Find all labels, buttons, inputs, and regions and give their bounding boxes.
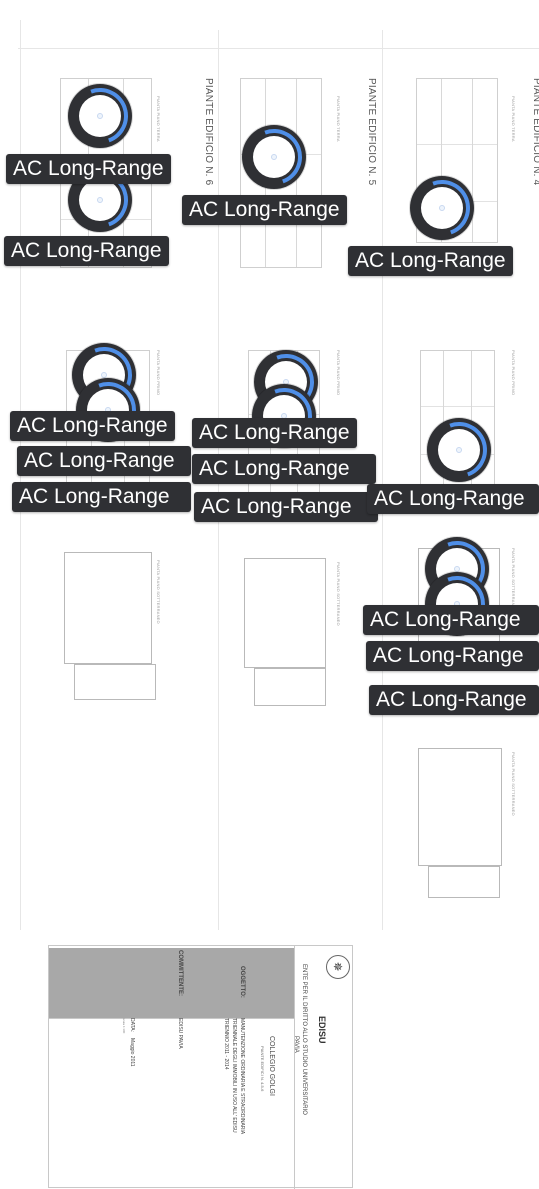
- title-block-divider: [294, 946, 295, 1189]
- org-full-name: ENTE PER IL DIRITTO ALLO STUDIO UNIVERSI…: [301, 964, 307, 1115]
- committente-value: EDISU PAVIA: [177, 1018, 183, 1049]
- title-block-divider-top: [49, 1018, 294, 1019]
- data-value: Maggio 2011: [129, 1038, 135, 1067]
- scale-text: scala 1:100: [122, 1018, 126, 1034]
- access-point-label[interactable]: AC Long-Range: [366, 641, 539, 671]
- data-label: DATA:: [129, 1018, 135, 1032]
- floor-label-b5-basement: PIANTA PIANO SOTTERRANEO: [336, 562, 341, 626]
- access-point-label[interactable]: AC Long-Range: [369, 685, 539, 715]
- floor-label-b6-basement: PIANTA PIANO SOTTERRANEO: [156, 560, 161, 624]
- floor-plan-b5-basement-annex: [254, 668, 326, 706]
- oggetto-line-2: TRIENNALE DEGLI IMMOBILI IN USO ALL' EDI…: [231, 1018, 237, 1133]
- access-point-label[interactable]: AC Long-Range: [194, 492, 378, 522]
- floor-label-b4-first: PIANTA PIANO PRIMO: [511, 350, 516, 396]
- org-short-name: EDISU: [317, 1016, 327, 1044]
- building-title-6: PIANTE EDIFICIO N. 6: [203, 78, 214, 186]
- floor-label-b4-basement-2: PIANTA PIANO SOTTERRANEO: [511, 752, 516, 816]
- sheet-frame-top: [18, 48, 539, 49]
- floor-plan-b4-basement-2: [418, 748, 502, 866]
- floor-label-b6-ground: PIANTA PIANO TERRA: [156, 96, 161, 142]
- floor-label-b4-basement: PIANTA PIANO SOTTERRANEO: [511, 548, 516, 612]
- sheet-column-divider-2: [382, 30, 383, 930]
- oggetto-label: OGGETTO:: [239, 966, 245, 998]
- access-point-label[interactable]: AC Long-Range: [192, 418, 357, 448]
- access-point-icon[interactable]: [404, 170, 480, 246]
- oggetto-line-1: MANUTENZIONE ORDINARIA E STRAORDINARIA: [239, 1018, 245, 1135]
- access-point-icon[interactable]: [62, 78, 138, 154]
- seal-logo-icon: ✵: [326, 955, 350, 979]
- org-city: PAVIA: [293, 1036, 299, 1053]
- access-point-label[interactable]: AC Long-Range: [363, 605, 539, 635]
- access-point-icon[interactable]: [236, 119, 312, 195]
- access-point-label[interactable]: AC Long-Range: [12, 482, 191, 512]
- access-point-label[interactable]: AC Long-Range: [348, 246, 513, 276]
- access-point-label[interactable]: AC Long-Range: [182, 195, 347, 225]
- floor-label-b5-first: PIANTA PIANO PRIMO: [336, 350, 341, 396]
- floor-plan-b4-basement-2-annex: [428, 866, 500, 898]
- floor-label-b6-first: PIANTA PIANO PRIMO: [156, 350, 161, 396]
- access-point-label[interactable]: AC Long-Range: [4, 236, 169, 266]
- oggetto-line-3: TRIENNIO 2011 - 2014: [223, 1018, 229, 1070]
- access-point-icon[interactable]: [421, 412, 497, 488]
- floor-label-b4-ground: PIANTA PIANO TERRA: [511, 96, 516, 142]
- access-point-label[interactable]: AC Long-Range: [367, 484, 539, 514]
- floor-label-b5-ground: PIANTA PIANO TERRA: [336, 96, 341, 142]
- committente-label: COMMITTENTE:: [177, 950, 183, 996]
- building-title-4: PIANTE EDIFICIO N. 4: [531, 78, 539, 186]
- access-point-label[interactable]: AC Long-Range: [6, 154, 171, 184]
- floor-plan-b6-basement: [64, 552, 152, 664]
- project-name: COLLEGIO GOLGI: [268, 1036, 275, 1096]
- floor-plan-b6-basement-annex: [74, 664, 156, 700]
- title-block-shaded-band: [49, 948, 294, 1018]
- access-point-label[interactable]: AC Long-Range: [192, 454, 376, 484]
- building-title-5: PIANTE EDIFICIO N. 5: [366, 78, 377, 186]
- floor-plan-b5-basement: [244, 558, 326, 668]
- title-block: EDISU ENTE PER IL DIRITTO ALLO STUDIO UN…: [48, 945, 353, 1189]
- access-point-label[interactable]: AC Long-Range: [17, 446, 191, 476]
- project-subtitle: PIANTE EDIFICI N. 4-5-6: [260, 1046, 265, 1092]
- access-point-label[interactable]: AC Long-Range: [10, 411, 175, 441]
